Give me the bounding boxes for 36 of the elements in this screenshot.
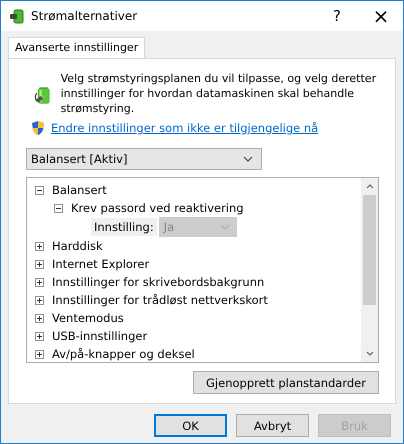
collapse-icon[interactable] bbox=[35, 186, 44, 194]
dialog-button[interactable]: Avbryt bbox=[236, 414, 309, 437]
expand-icon[interactable] bbox=[35, 296, 44, 304]
expand-icon[interactable] bbox=[35, 332, 44, 340]
shield-icon bbox=[31, 120, 45, 136]
battery-plug-icon bbox=[9, 8, 25, 24]
tree-item[interactable]: Av/på-knapper og deksel bbox=[52, 347, 195, 361]
expand-icon[interactable] bbox=[35, 314, 44, 322]
tree-item[interactable]: USB-innstillinger bbox=[52, 329, 148, 343]
expand-icon[interactable] bbox=[35, 350, 44, 358]
scrollbar[interactable] bbox=[361, 178, 378, 362]
dialog-button[interactable]: OK bbox=[154, 414, 227, 437]
tree-item[interactable]: Ventemodus bbox=[52, 311, 124, 325]
chevron-up-icon[interactable] bbox=[366, 184, 374, 189]
window-title: Strømalternativer bbox=[31, 9, 138, 23]
restore-defaults-button[interactable]: Gjenopprett planstandarder bbox=[193, 371, 379, 394]
chevron-down-icon[interactable] bbox=[366, 351, 374, 356]
admin-settings-link[interactable]: Endre innstillinger som ikke er tilgjengelige nå bbox=[51, 121, 318, 135]
setting-label: Innstilling: bbox=[91, 218, 157, 236]
tree-item[interactable]: Innstillinger for skrivebordsbakgrunn bbox=[52, 275, 264, 289]
expand-icon[interactable] bbox=[35, 278, 44, 286]
tree-item[interactable]: Internet Explorer bbox=[52, 257, 150, 271]
close-button[interactable]: × bbox=[359, 1, 403, 31]
chevron-down-icon bbox=[243, 156, 253, 162]
tree-item[interactable]: Harddisk bbox=[52, 239, 103, 253]
plan-dropdown[interactable]: Balansert [Aktiv] bbox=[26, 148, 262, 170]
help-button[interactable]: ? bbox=[315, 1, 359, 31]
chevron-down-icon bbox=[220, 224, 230, 230]
tree-item[interactable]: Balansert bbox=[52, 183, 107, 197]
expand-icon[interactable] bbox=[35, 242, 44, 250]
expand-icon[interactable] bbox=[35, 260, 44, 268]
collapse-icon[interactable] bbox=[54, 204, 63, 212]
tree-item[interactable]: Krev passord ved reaktivering bbox=[71, 201, 244, 215]
intro-text: Velg strømstyringsplanen du vil tilpasse, og velg deretter innstillinger for hvordan datamaskinen skal behandle strømstyring. bbox=[60, 71, 378, 116]
tab[interactable]: Avanserte innstillinger bbox=[8, 37, 146, 58]
tree-item[interactable]: Innstillinger for trådløst nettverkskort bbox=[52, 293, 268, 307]
